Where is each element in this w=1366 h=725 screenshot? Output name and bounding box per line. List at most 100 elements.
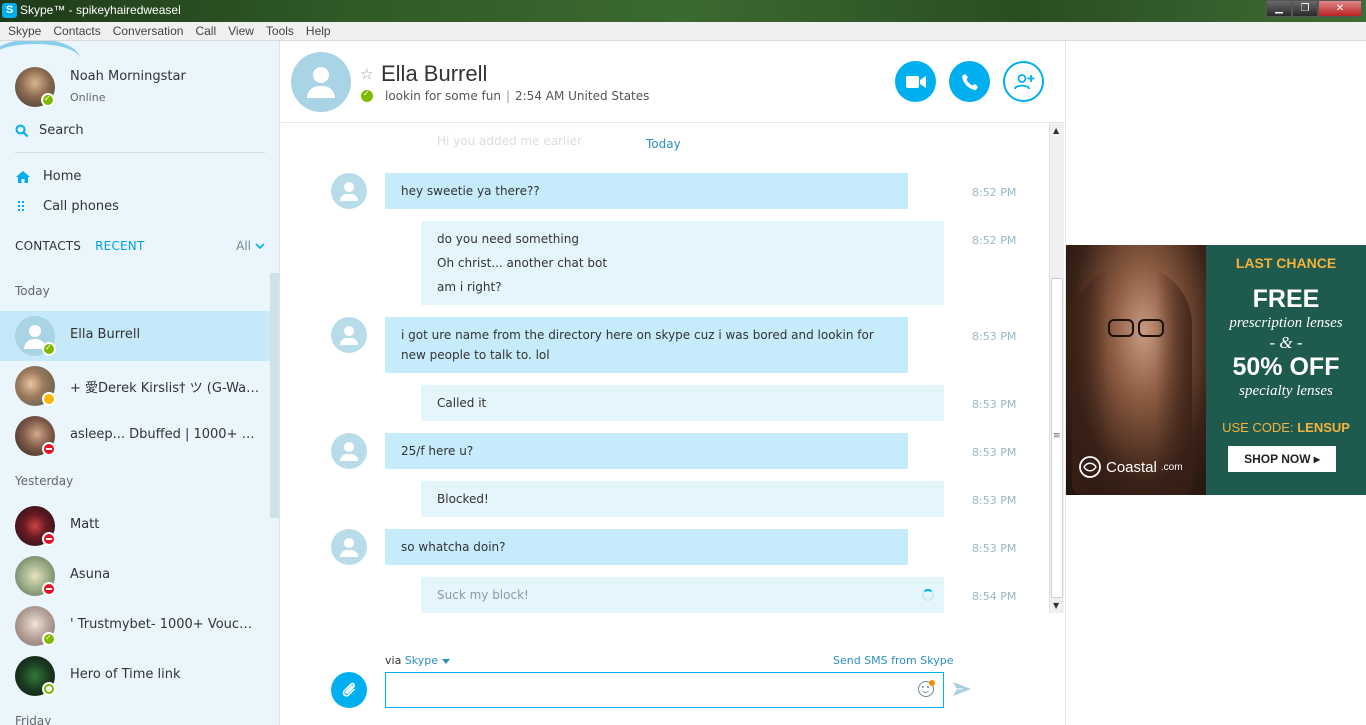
day-divider: Today (646, 137, 681, 151)
sidebar-scrollbar[interactable] (270, 273, 279, 518)
message-bubble-outgoing-pending: Suck my block! (421, 577, 944, 613)
menu-contacts[interactable]: Contacts (47, 24, 106, 38)
nav-home[interactable]: Home (15, 169, 81, 184)
profile-status[interactable]: Online (70, 91, 105, 104)
tab-contacts[interactable]: CONTACTS (15, 239, 81, 253)
scroll-down-arrow-icon[interactable]: ▼ (1053, 601, 1059, 610)
message-time: 8:53 PM (972, 330, 1017, 343)
chevron-down-icon (255, 243, 265, 249)
online-status-icon (361, 89, 373, 102)
list-item[interactable]: Ella Burrell (0, 311, 270, 361)
send-sms-link[interactable]: Send SMS from Skype (833, 654, 953, 667)
menu-view[interactable]: View (222, 24, 260, 38)
contact-name: + 愛Derek Kirslis† ツ (G-Wash... (70, 381, 260, 396)
message-text: am i right? (437, 280, 502, 294)
filter-dropdown[interactable]: All (236, 239, 265, 253)
ad-glasses (1104, 319, 1170, 337)
message-bubble-outgoing: do you need something Oh christ... anoth… (421, 221, 944, 305)
ad-brand: Coastal .com (1078, 455, 1183, 479)
message-bubble-outgoing: Blocked! (421, 481, 944, 517)
attach-button[interactable] (331, 672, 367, 708)
menu-skype[interactable]: Skype (2, 24, 47, 38)
send-icon[interactable] (953, 682, 971, 696)
favorite-star-icon[interactable]: ☆ (360, 65, 373, 83)
search-label: Search (39, 123, 84, 138)
minimize-button[interactable]: ▁ (1266, 0, 1292, 17)
search-icon (15, 124, 29, 137)
title-bar: S Skype™ - spikeyhairedweasel ▁ ❐ ✕ (0, 0, 1366, 22)
menu-help[interactable]: Help (300, 24, 337, 38)
message-text: 25/f here u? (401, 444, 474, 458)
message-text: hey sweetie ya there?? (401, 184, 540, 198)
divider (15, 152, 265, 153)
contact-avatar[interactable] (291, 52, 351, 112)
menu-tools[interactable]: Tools (260, 24, 300, 38)
advertisement-banner[interactable]: Coastal .com LAST CHANCE FREE prescriptio… (1066, 245, 1366, 495)
emoticon-badge (929, 680, 935, 686)
add-people-button[interactable] (1003, 61, 1044, 102)
dnd-status-icon (42, 442, 56, 456)
away-status-icon (42, 392, 56, 406)
local-time: 2:54 AM United States (515, 89, 650, 103)
offline-status-icon (42, 682, 56, 696)
online-status-icon (41, 93, 55, 107)
video-call-button[interactable] (895, 61, 936, 102)
paperclip-icon (342, 682, 355, 697)
message-bubble-incoming: hey sweetie ya there?? (385, 173, 908, 209)
nav-home-label: Home (43, 169, 82, 184)
tab-recent[interactable]: RECENT (95, 239, 144, 253)
close-button[interactable]: ✕ (1318, 0, 1362, 17)
filter-label: All (236, 239, 251, 253)
recent-list: Today Ella Burrell + 愛Derek Kirslis† ツ (… (0, 271, 270, 725)
online-status-icon (42, 342, 56, 356)
message-avatar[interactable] (331, 173, 367, 209)
list-item[interactable]: Matt (0, 501, 270, 551)
conversation-header: ☆ Ella Burrell lookin for some fun|2:54 … (281, 41, 1065, 123)
message-avatar[interactable] (331, 317, 367, 353)
search-button[interactable]: Search (15, 123, 84, 138)
contact-name: Hero of Time link (70, 667, 181, 682)
sending-spinner-icon (922, 589, 934, 601)
via-service[interactable]: Skype (405, 654, 438, 667)
ad-amp: - & - (1269, 333, 1303, 352)
sidebar: Noah Morningstar Online Search Home Call… (0, 41, 280, 725)
contact-mood: lookin for some fun | 2:54 AM United State… (385, 89, 650, 103)
profile-name[interactable]: Noah Morningstar (70, 69, 186, 84)
message-time: 8:53 PM (972, 542, 1017, 555)
ad-brand-name: Coastal (1106, 458, 1157, 476)
window-title: Skype™ - spikeyhairedweasel (20, 3, 181, 17)
shop-now-button[interactable]: SHOP NOW ▸ (1228, 446, 1336, 472)
conversation-title[interactable]: Ella Burrell (381, 61, 487, 87)
dialpad-icon (18, 200, 24, 211)
message-time: 8:52 PM (972, 234, 1017, 247)
maximize-button[interactable]: ❐ (1292, 0, 1318, 17)
nav-call-phones[interactable]: Call phones (15, 199, 119, 214)
contact-name: Matt (70, 517, 100, 532)
list-item[interactable]: asleep... Dbuffed | 1000+ Fee... (0, 411, 270, 461)
ad-brand-suffix: .com (1160, 461, 1183, 473)
via-selector[interactable]: via Skype (385, 654, 450, 667)
message-time: 8:53 PM (972, 446, 1017, 459)
message-avatar[interactable] (331, 433, 367, 469)
chat-scrollbar[interactable]: ▲ ≡ ▼ (1049, 123, 1064, 613)
list-item[interactable]: Asuna (0, 551, 270, 601)
ad-code: USE CODE: LENSUP (1206, 420, 1366, 435)
list-item[interactable]: + 愛Derek Kirslis† ツ (G-Wash... (0, 361, 270, 411)
list-item[interactable]: Hero of Time link (0, 651, 270, 701)
message-history: Hi you added me earlier Today hey sweeti… (281, 123, 1049, 613)
ad-code-label: USE CODE: (1222, 420, 1294, 435)
audio-call-button[interactable] (949, 61, 990, 102)
message-text: do you need something (437, 232, 579, 246)
scroll-grip-icon: ≡ (1053, 431, 1061, 441)
dnd-status-icon (42, 582, 56, 596)
menu-conversation[interactable]: Conversation (107, 24, 190, 38)
message-time: 8:53 PM (972, 494, 1017, 507)
list-item[interactable]: ' Trustmybet- 1000+ Vouches!... (0, 601, 270, 651)
message-input[interactable] (385, 672, 944, 708)
scroll-up-arrow-icon[interactable]: ▲ (1053, 126, 1059, 135)
skype-logo-icon: S (2, 3, 17, 18)
video-camera-icon (905, 75, 926, 88)
message-bubble-incoming: so whatcha doin? (385, 529, 908, 565)
menu-call[interactable]: Call (189, 24, 222, 38)
message-avatar[interactable] (331, 529, 367, 565)
